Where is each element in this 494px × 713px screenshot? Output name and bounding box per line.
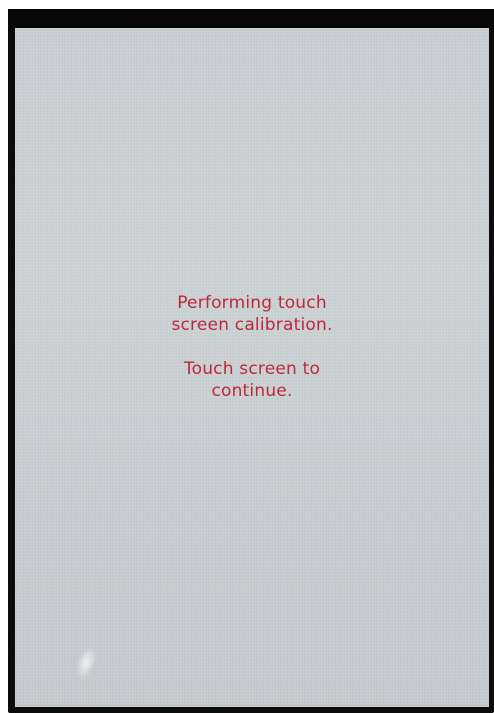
touch-prompt-line-2: continue. [211,381,293,401]
photo-frame: Performing touch screen calibration. Tou… [0,0,494,713]
calibration-message: Performing touch screen calibration. Tou… [15,292,489,402]
calibration-status-line-2: screen calibration. [171,315,333,335]
calibration-status-line-1: Performing touch [177,293,327,313]
touch-screen[interactable]: Performing touch screen calibration. Tou… [15,28,489,707]
message-spacer [15,336,489,358]
touch-prompt-line-1: Touch screen to [183,359,321,379]
